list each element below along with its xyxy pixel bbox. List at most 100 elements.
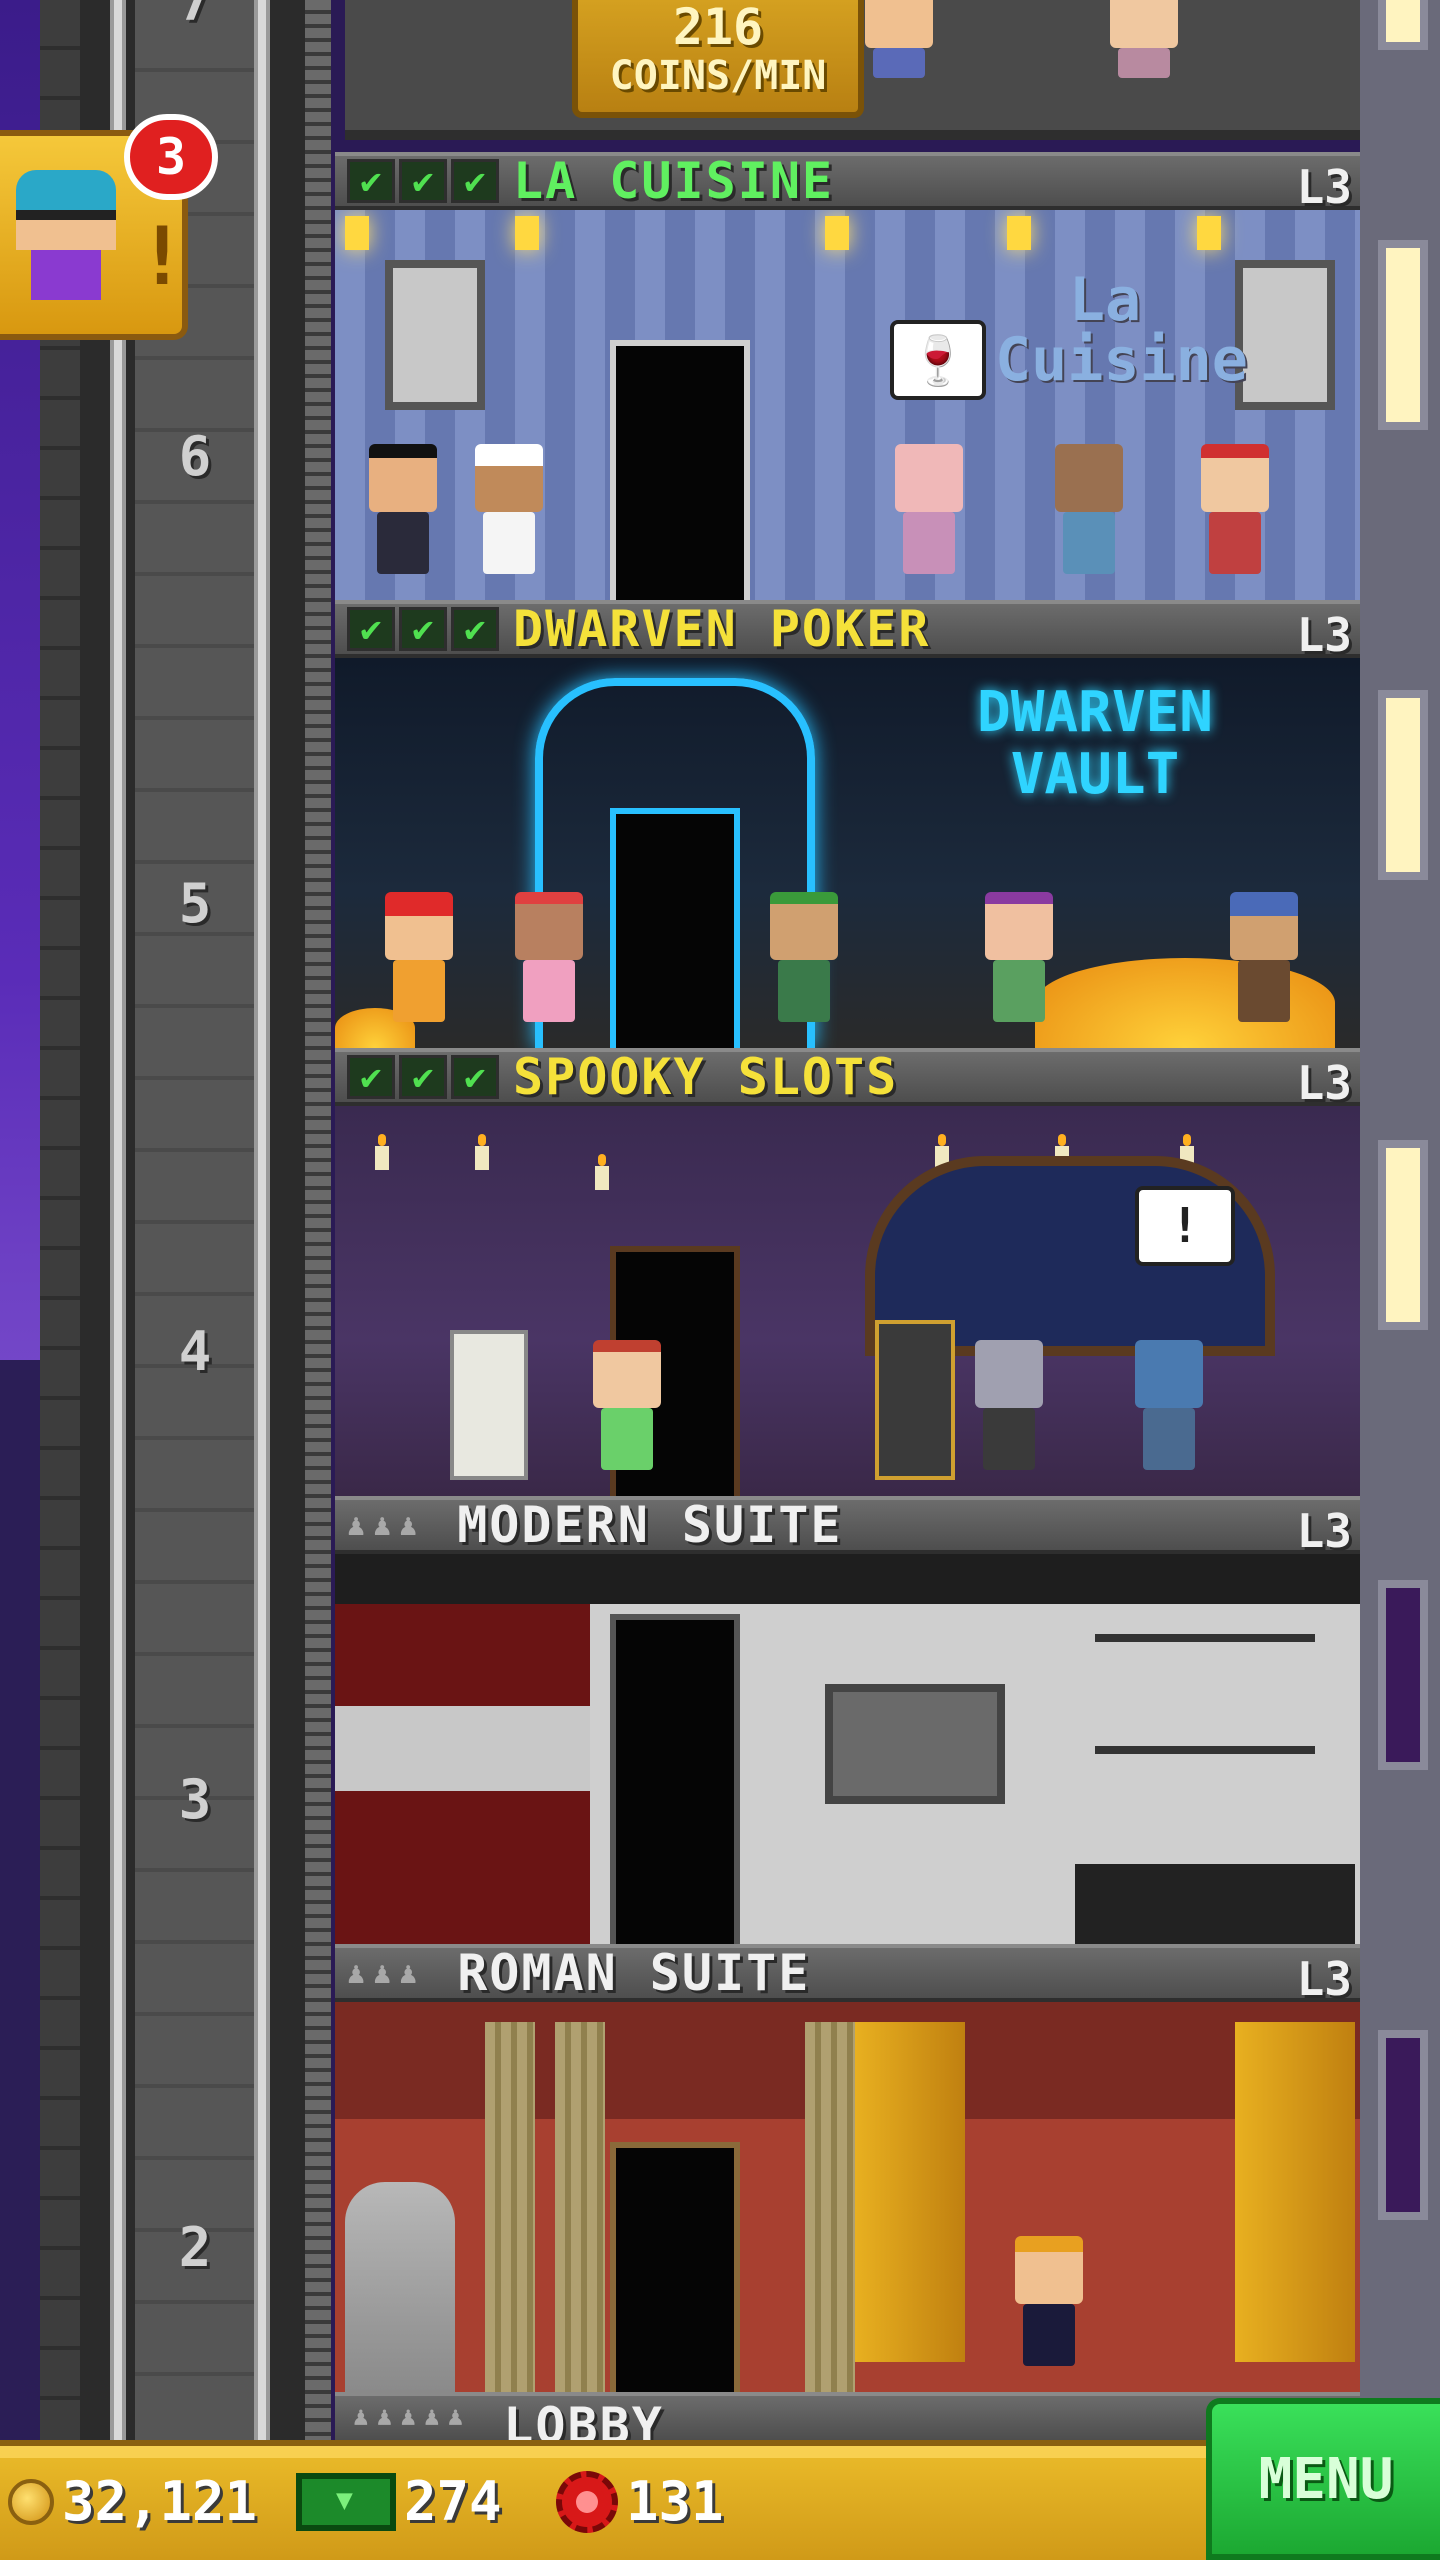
restock-checks: ✔ ✔ ✔ — [347, 607, 499, 651]
lamp-icon — [1007, 216, 1031, 250]
floor-number: 7 — [178, 0, 212, 33]
check-icon: ✔ — [399, 607, 447, 651]
check-icon: ✔ — [347, 1055, 395, 1099]
coins-stat[interactable]: 32,121 — [8, 2470, 257, 2533]
lamp-icon — [1197, 216, 1221, 250]
tower-window — [1378, 690, 1428, 880]
speech-bubble[interactable]: 🍷 — [890, 320, 986, 400]
avatar — [16, 170, 116, 300]
floor-number: 2 — [178, 2216, 212, 2279]
floor-room[interactable]: ! — [335, 1106, 1360, 1496]
floor-spooky-slots[interactable]: ✔ ✔ ✔ SPOOKY SLOTS L3 ! — [335, 1048, 1360, 1510]
bux-icon — [296, 2472, 396, 2531]
slot-machine — [875, 1320, 955, 1480]
floor-header: ✔ ✔ ✔ LA CUISINE L3 — [335, 152, 1360, 214]
lamp-icon — [345, 216, 369, 250]
floor-roman-suite[interactable]: ♟ ♟ ♟ ROMAN SUITE L3 — [335, 1944, 1360, 2406]
person-icon: ♟ — [353, 2402, 369, 2432]
roman-column — [555, 2022, 605, 2392]
alert-icon: ! — [138, 210, 187, 303]
floor-la-cuisine[interactable]: ✔ ✔ ✔ LA CUISINE L3 La Cuisine 🍷 — [335, 152, 1360, 614]
vacancy-indicator: ♟ ♟ ♟ — [347, 1956, 417, 1991]
menu-button[interactable]: MENU — [1206, 2398, 1440, 2560]
speech-bubble[interactable]: ! — [1135, 1186, 1235, 1266]
notification-badge: 3 — [124, 114, 218, 200]
tower-window — [1378, 240, 1428, 430]
coin-icon — [8, 2478, 54, 2525]
bitizen-dwarf[interactable] — [1230, 892, 1298, 1032]
slot-machine — [450, 1330, 528, 1480]
tower-window — [1378, 1580, 1428, 1770]
bitizen-dwarf[interactable] — [385, 892, 453, 1032]
bitizen[interactable] — [1110, 0, 1178, 120]
bitizen[interactable] — [895, 444, 963, 584]
person-icon: ♟ — [447, 2402, 464, 2432]
coins-per-minute-sign[interactable]: 216 COINS/MIN — [572, 0, 864, 118]
bitizen-chef[interactable] — [475, 444, 543, 584]
floor-name: ROMAN SUITE — [457, 1944, 811, 2002]
floor-dwarven-poker[interactable]: ✔ ✔ ✔ DWARVEN POKER L3 DWARVEN VAULT — [335, 600, 1360, 1062]
person-icon: ♟ — [373, 1955, 392, 1991]
bitizen[interactable] — [593, 1340, 661, 1480]
person-icon: ♟ — [423, 2402, 440, 2432]
bitizen[interactable] — [865, 0, 933, 120]
bitizen[interactable] — [770, 892, 838, 1032]
bitizen[interactable] — [515, 892, 583, 1032]
bookshelf — [1095, 1634, 1315, 1754]
bux-stat[interactable]: 274 — [296, 2470, 502, 2533]
person-icon: ♟ — [373, 1507, 392, 1543]
lamp-icon — [515, 216, 539, 250]
gems-value: 131 — [626, 2470, 724, 2533]
person-icon: ♟ — [399, 1507, 418, 1543]
floor-level: L3 — [1296, 1504, 1352, 1558]
floor-level: L3 — [1296, 1056, 1352, 1110]
floor-name: DWARVEN POKER — [513, 600, 931, 658]
floor-door — [610, 340, 750, 600]
tower-window — [1378, 2030, 1428, 2220]
bitizen[interactable] — [1055, 444, 1123, 584]
curtain — [855, 2022, 965, 2362]
wall-painting — [1235, 260, 1335, 410]
restock-checks: ✔ ✔ ✔ — [347, 1055, 499, 1099]
roman-column — [805, 2022, 855, 2392]
floor-room[interactable] — [335, 1554, 1360, 1944]
bitizen-zombie[interactable] — [975, 1340, 1043, 1480]
floor-modern-suite[interactable]: ♟ ♟ ♟ MODERN SUITE L3 — [335, 1496, 1360, 1958]
coins-rate-unit: COINS/MIN — [609, 53, 827, 99]
city-silhouette — [0, 1360, 40, 2440]
floor-level: L3 — [1296, 160, 1352, 214]
vacancy-indicator: ♟ ♟ ♟ — [347, 1508, 417, 1543]
floor-header: ♟ ♟ ♟ MODERN SUITE L3 — [335, 1496, 1360, 1558]
restock-checks: ✔ ✔ ✔ — [347, 159, 499, 203]
wall-painting — [385, 260, 485, 410]
bed — [1075, 1864, 1355, 1944]
bitizen[interactable] — [1201, 444, 1269, 584]
gems-stat[interactable]: 131 — [556, 2470, 724, 2533]
roman-column — [485, 2022, 535, 2392]
floor-name: SPOOKY SLOTS — [513, 1048, 899, 1106]
person-icon: ♟ — [376, 2402, 393, 2432]
wall-panel — [335, 1604, 590, 1944]
floor-room[interactable] — [335, 2002, 1360, 2392]
check-icon: ✔ — [347, 159, 395, 203]
bitizen[interactable] — [1015, 2236, 1083, 2376]
candle-icon — [375, 1134, 389, 1170]
person-icon: ♟ — [400, 2402, 416, 2432]
dwarven-vault-sign: DWARVEN VAULT — [976, 680, 1213, 807]
restaurant-sign: La Cuisine — [995, 265, 1248, 395]
floor-header: ✔ ✔ ✔ DWARVEN POKER L3 — [335, 600, 1360, 662]
tower-wall-left — [40, 0, 80, 2440]
bitizen[interactable] — [985, 892, 1053, 1032]
bitizen-notification[interactable]: ! 3 — [0, 114, 218, 340]
coins-rate-value: 216 — [672, 0, 764, 56]
floor-room[interactable]: DWARVEN VAULT — [335, 658, 1360, 1048]
bitizen[interactable] — [369, 444, 437, 584]
floor-number: 5 — [178, 872, 212, 935]
bitizen-astronaut[interactable] — [1135, 1340, 1203, 1480]
floor-door — [610, 1614, 740, 1944]
coins-value: 32,121 — [62, 2470, 258, 2533]
floor-door — [610, 808, 740, 1048]
floor-room[interactable]: La Cuisine 🍷 — [335, 210, 1360, 600]
person-icon: ♟ — [347, 1955, 366, 1991]
check-icon: ✔ — [451, 607, 499, 651]
